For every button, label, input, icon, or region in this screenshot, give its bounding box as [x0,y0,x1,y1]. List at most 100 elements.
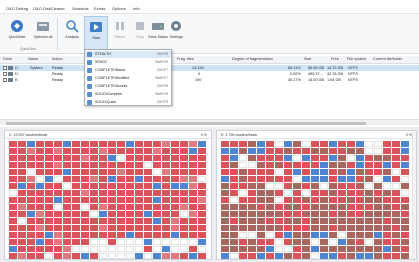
col-filesystem[interactable]: File system [347,57,366,61]
menu-item-complete-name[interactable]: COMPLETE/Name Ctrl+F7 [85,67,171,74]
cluster-block [45,190,53,196]
cluster-block [248,176,256,182]
tab-oo-defrag[interactable]: O&O Defrag [6,5,28,13]
cluster-block [99,239,107,245]
cluster-block [284,197,292,203]
menu-item-solid-quick[interactable]: SOLID/Quick Ctrl+F9 [85,99,171,106]
cluster-block [257,148,265,154]
cluster-map-header: C: 13 907 clusters/block 0 % [5,131,211,139]
cluster-block [239,197,247,203]
cluster-block [365,162,373,168]
tab-extras[interactable]: Extras [94,5,105,13]
menu-item-space[interactable]: SPACE Shift+F5 [85,59,171,66]
scrollbar-thumb[interactable] [6,121,366,125]
cluster-block [171,162,179,168]
cluster-block [54,176,62,182]
cluster-block [338,169,346,175]
cluster-block [171,148,179,154]
cluster-block [108,204,116,210]
cluster-block [230,204,238,210]
tab-info[interactable]: Info [133,5,140,13]
col-action[interactable]: Action [52,57,63,61]
settings-button[interactable]: Settings [164,16,188,52]
menu-item-complete-access[interactable]: COMPLETE/Access Ctrl+F8 [85,83,171,90]
cluster-block [320,253,328,259]
drive-action: Ready [52,77,63,82]
ribbon-separator [57,18,58,50]
col-free[interactable]: Free [331,57,339,61]
analysis-button[interactable]: Analysis [60,16,84,52]
cluster-block [320,246,328,252]
cluster-block [63,169,71,175]
cluster-block [180,232,188,238]
cluster-block [347,141,355,147]
cluster-block [266,148,274,154]
cluster-block [117,155,125,161]
cluster-block [275,162,283,168]
col-degree[interactable]: Degree of fragmentation [232,57,273,61]
cluster-block [356,190,364,196]
cluster-block [356,155,364,161]
cluster-block [81,253,89,259]
cluster-block [230,162,238,168]
cluster-block [144,155,152,161]
drive-row-e[interactable]: E: Ready 190 30.27% 15.00 GB 1.54 GB NTF… [0,77,419,83]
tab-schedule[interactable]: Schedule [72,5,89,13]
cluster-block [302,253,310,259]
cluster-block [239,141,247,147]
cluster-block [198,239,206,245]
cluster-block [36,190,44,196]
col-size[interactable]: Size [304,57,311,61]
cluster-block [81,218,89,224]
drive-checkbox[interactable] [3,72,7,76]
col-frag-files[interactable]: Frag. files [177,57,194,61]
cluster-block [27,246,35,252]
cluster-block [189,176,197,182]
analysis-icon [66,20,79,33]
cluster-block [266,253,274,259]
cluster-block [338,246,346,252]
cluster-block [284,218,292,224]
drive-checkbox[interactable] [3,66,7,70]
horizontal-scrollbar[interactable] [0,119,419,125]
cluster-block [72,183,80,189]
col-name[interactable]: Name [28,57,38,61]
cluster-block [99,183,107,189]
cluster-block [266,197,274,203]
cluster-block [293,211,301,217]
cluster-block [239,148,247,154]
col-current-file[interactable]: Current file/folder [373,57,402,61]
cluster-block [356,162,364,168]
cluster-block [293,183,301,189]
menu-item-complete-modified[interactable]: COMPLETE/Modified Shift+F7 [85,75,171,82]
cluster-block [189,204,197,210]
tab-oo-diskcleaner[interactable]: O&O DiskCleaner [33,5,65,13]
cluster-block [162,148,170,154]
cluster-block [81,169,89,175]
cluster-block [221,141,229,147]
quickstart-label: QuickStart [8,35,26,39]
col-drive[interactable]: Drive [3,57,12,61]
cluster-block [135,148,143,154]
cluster-block [18,190,26,196]
start-button[interactable]: Start [84,16,108,52]
cluster-block [90,225,98,231]
cluster-block [338,155,346,161]
cluster-block [81,246,89,252]
cluster-block [54,141,62,147]
cluster-block [230,211,238,217]
cluster-block [90,183,98,189]
cluster-block [171,225,179,231]
drive-checkbox[interactable] [3,78,7,82]
cluster-block [338,204,346,210]
vertical-scrollbar[interactable] [412,131,416,259]
menu-item-solid-complete[interactable]: SOLID/Complete Shift+F8 [85,91,171,98]
cluster-block [63,183,71,189]
cluster-block [45,148,53,154]
cluster-block [180,148,188,154]
cluster-block [257,246,265,252]
cluster-block [320,169,328,175]
menu-item-stealth[interactable]: STEALTH Ctrl+F5 [85,51,171,58]
cluster-block [275,176,283,182]
tab-options[interactable]: Options [112,5,126,13]
